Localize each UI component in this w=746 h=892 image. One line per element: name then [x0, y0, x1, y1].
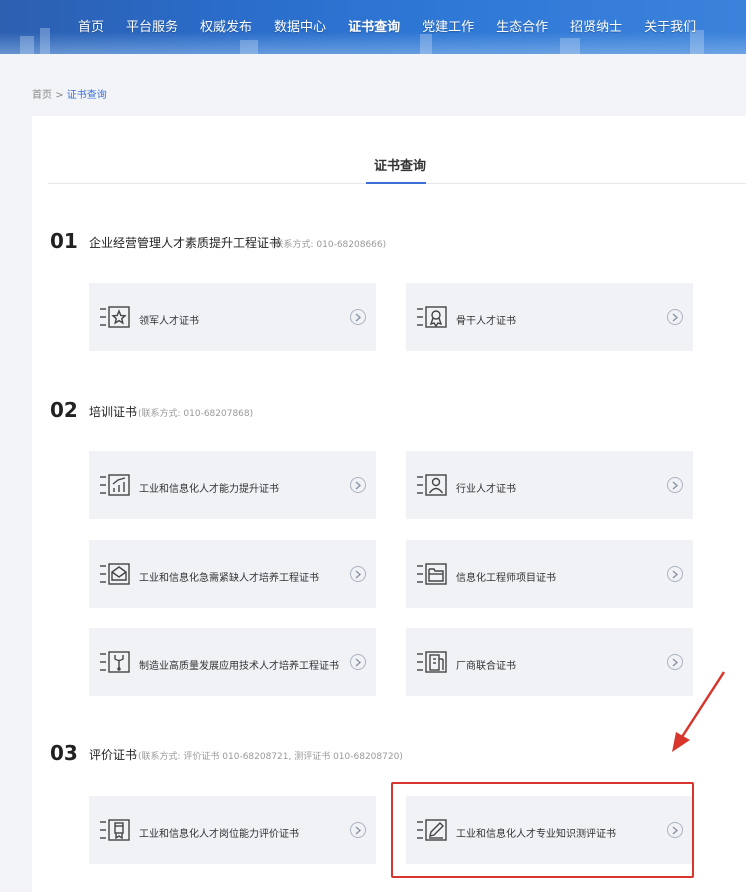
- nav-item-home[interactable]: 首页: [78, 16, 104, 35]
- chevron-right-icon[interactable]: [667, 309, 683, 325]
- city-skyline-banner: [0, 32, 746, 54]
- breadcrumb-current[interactable]: 证书查询: [67, 90, 107, 101]
- breadcrumb-separator: >: [55, 90, 64, 101]
- certificate-card-manufacturing-applied-tech[interactable]: 制造业高质量发展应用技术人才培养工程证书: [89, 628, 376, 696]
- growth-chart-icon: [98, 473, 131, 497]
- section-number: 02: [50, 398, 78, 422]
- section-contact: (联系方式: 010-68208666): [271, 240, 387, 250]
- chevron-right-icon[interactable]: [350, 309, 366, 325]
- card-label: 工业和信息化人才岗位能力评价证书: [139, 829, 299, 840]
- certificate-card-it-engineer-project[interactable]: 信息化工程师项目证书: [406, 540, 693, 608]
- award-certificate-icon: [415, 305, 448, 329]
- certificate-card-core-talent[interactable]: 骨干人才证书: [406, 283, 693, 351]
- breadcrumb: 首页 > 证书查询: [32, 86, 107, 101]
- wrench-icon: [98, 650, 131, 674]
- top-navigation-bar: 首页 平台服务 权威发布 数据中心 证书查询 党建工作 生态合作 招贤纳士 关于…: [0, 0, 746, 54]
- certificate-card-urgent-shortage-talent[interactable]: 工业和信息化急需紧缺人才培养工程证书: [89, 540, 376, 608]
- certificate-card-industry-talent[interactable]: 行业人才证书: [406, 451, 693, 519]
- chevron-right-icon[interactable]: [350, 566, 366, 582]
- chevron-right-icon[interactable]: [667, 822, 683, 838]
- certificate-card-capability-improvement[interactable]: 工业和信息化人才能力提升证书: [89, 451, 376, 519]
- nav-item-official-release[interactable]: 权威发布: [200, 16, 252, 35]
- nav-item-data-center[interactable]: 数据中心: [274, 16, 326, 35]
- person-icon: [415, 473, 448, 497]
- page-title: 证书查询: [374, 159, 427, 174]
- nav-item-careers[interactable]: 招贤纳士: [570, 16, 622, 35]
- nav-item-certificate-query[interactable]: 证书查询: [348, 16, 400, 35]
- card-label: 工业和信息化急需紧缺人才培养工程证书: [139, 573, 319, 584]
- nav-item-ecosystem[interactable]: 生态合作: [496, 16, 548, 35]
- certificate-card-job-capability-evaluation[interactable]: 工业和信息化人才岗位能力评价证书: [89, 796, 376, 864]
- certificate-card-professional-knowledge-test[interactable]: 工业和信息化人才专业知识测评证书: [406, 796, 693, 864]
- envelope-icon: [98, 562, 131, 586]
- card-label: 领军人才证书: [139, 316, 199, 327]
- card-label: 行业人才证书: [456, 484, 516, 495]
- card-label: 骨干人才证书: [456, 316, 516, 327]
- card-label: 制造业高质量发展应用技术人才培养工程证书: [139, 661, 339, 672]
- section-number: 03: [50, 741, 78, 765]
- section-title: 培训证书: [89, 405, 138, 419]
- title-active-underline: [366, 182, 426, 184]
- card-label: 厂商联合证书: [456, 661, 516, 672]
- folder-icon: [415, 562, 448, 586]
- breadcrumb-home[interactable]: 首页: [32, 90, 52, 101]
- card-label: 工业和信息化人才能力提升证书: [139, 484, 279, 495]
- red-annotation-arrow-icon: [672, 671, 726, 752]
- section-contact: (联系方式: 010-68207868): [138, 409, 254, 419]
- section-contact: (联系方式: 评价证书 010-68208721, 测评证书 010-68208…: [138, 752, 403, 762]
- section-title: 企业经营管理人才素质提升工程证书: [89, 236, 282, 250]
- pen-icon: [415, 818, 448, 842]
- nav-item-about-us[interactable]: 关于我们: [644, 16, 696, 35]
- chevron-right-icon[interactable]: [350, 654, 366, 670]
- section-title: 评价证书: [89, 748, 138, 762]
- section-number: 01: [50, 229, 78, 253]
- certificate-card-vendor-joint[interactable]: 厂商联合证书: [406, 628, 693, 696]
- chevron-right-icon[interactable]: [350, 477, 366, 493]
- nav-item-party-work[interactable]: 党建工作: [422, 16, 474, 35]
- badge-icon: [98, 818, 131, 842]
- certificate-card-leading-talent[interactable]: 领军人才证书: [89, 283, 376, 351]
- main-nav: 首页 平台服务 权威发布 数据中心 证书查询 党建工作 生态合作 招贤纳士 关于…: [78, 16, 718, 35]
- card-label: 信息化工程师项目证书: [456, 573, 556, 584]
- building-icon: [415, 650, 448, 674]
- chevron-right-icon[interactable]: [350, 822, 366, 838]
- card-label: 工业和信息化人才专业知识测评证书: [456, 829, 616, 840]
- star-certificate-icon: [98, 305, 131, 329]
- chevron-right-icon[interactable]: [667, 566, 683, 582]
- chevron-right-icon[interactable]: [667, 477, 683, 493]
- nav-item-platform-services[interactable]: 平台服务: [126, 16, 178, 35]
